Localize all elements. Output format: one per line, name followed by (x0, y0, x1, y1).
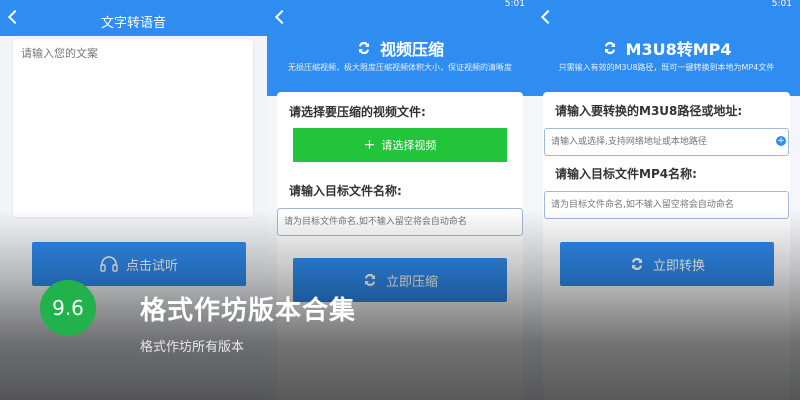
status-time: 5:01 (504, 0, 525, 9)
text-input[interactable] (12, 38, 254, 218)
header: 5:01 视频压缩 无损压缩视频，极大限度压缩视频体积大小，保证视频的清晰度 (267, 0, 533, 96)
m3u8-path-label: 请输入要转换的M3U8路径或地址: (555, 104, 743, 118)
back-arrow-icon[interactable] (274, 9, 290, 25)
m3u8-to-mp4-screen: 5:01 M3U8转MP4 只需输入有效的M3U8路径，既可一键转换到本地为MP… (533, 0, 800, 400)
header: 5:01 M3U8转MP4 只需输入有效的M3U8路径，既可一键转换到本地为MP… (533, 0, 800, 96)
refresh-icon (364, 273, 375, 287)
video-compress-screen: 5:01 视频压缩 无损压缩视频，极大限度压缩视频体积大小，保证视频的清晰度 请… (267, 0, 533, 400)
target-name-input[interactable] (277, 208, 523, 236)
mp4-name-label: 请输入目标文件MP4名称: (555, 167, 697, 181)
m3u8-path-input[interactable] (544, 128, 789, 156)
convert-now-button[interactable]: 立即转换 (560, 242, 774, 286)
screen-subtitle: 只需输入有效的M3U8路径，既可一键转换到本地为MP4文件 (558, 63, 775, 72)
back-arrow-icon[interactable] (540, 9, 556, 25)
select-video-button[interactable]: + 请选择视频 (293, 128, 507, 162)
status-time: 5:01 (771, 0, 792, 9)
mp4-name-input[interactable] (544, 191, 789, 219)
screen-subtitle: 无损压缩视频，极大限度压缩视频体积大小，保证视频的清晰度 (288, 63, 512, 72)
target-name-label: 请输入目标文件名称: (289, 184, 402, 198)
screen-title: 文字转语音 (100, 16, 166, 31)
title-text: M3U8转MP4 (625, 40, 732, 59)
collection-subtitle: 格式作坊所有版本 (140, 340, 245, 355)
compress-now-label: 立即压缩 (385, 274, 438, 290)
listen-label: 点击试听 (125, 258, 178, 274)
plus-icon: + (363, 137, 376, 153)
select-video-label: 请选择视频 (381, 139, 437, 152)
add-path-icon[interactable]: + (776, 136, 786, 146)
collection-title: 格式作坊版本合集 (140, 296, 357, 326)
refresh-icon (604, 41, 615, 55)
screen-title: M3U8转MP4 (533, 36, 800, 60)
title-text: 视频压缩 (379, 40, 444, 59)
refresh-icon (631, 257, 642, 271)
screen-title: 视频压缩 (267, 36, 533, 60)
top-bar: 文字转语音 (0, 0, 267, 36)
refresh-icon (358, 41, 369, 55)
select-file-label: 请选择要压缩的视频文件: (289, 105, 426, 119)
convert-now-label: 立即转换 (652, 258, 705, 274)
headphones-icon (100, 256, 118, 272)
rating-badge: 9.6 (40, 280, 96, 336)
